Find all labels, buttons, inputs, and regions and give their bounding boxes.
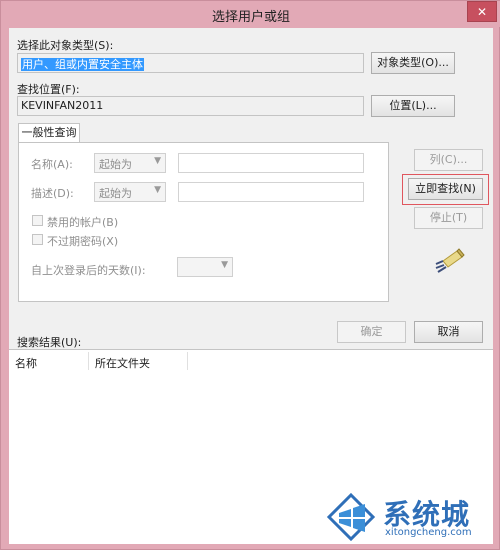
locations-button[interactable]: 位置(L)... xyxy=(371,95,455,117)
flashlight-icon xyxy=(433,247,465,275)
chevron-down-icon: ▼ xyxy=(154,185,161,195)
disabled-accounts-checkbox[interactable] xyxy=(32,215,43,226)
find-now-button[interactable]: 立即查找(N) xyxy=(408,178,483,200)
non-expiring-password-label: 不过期密码(X) xyxy=(47,235,119,248)
description-mode-select[interactable]: 起始为 ▼ xyxy=(94,182,166,202)
column-divider[interactable] xyxy=(88,352,89,370)
object-types-button[interactable]: 对象类型(O)... xyxy=(371,52,455,74)
watermark-url: xitongcheng.com xyxy=(385,527,472,538)
window-title: 选择用户或组 xyxy=(211,10,290,25)
chevron-down-icon: ▼ xyxy=(154,156,161,166)
description-input[interactable] xyxy=(178,182,364,202)
object-type-label: 选择此对象类型(S): xyxy=(17,39,114,52)
description-label: 描述(D): xyxy=(31,187,74,200)
column-divider[interactable] xyxy=(187,352,188,370)
name-input[interactable] xyxy=(178,153,364,173)
name-label: 名称(A): xyxy=(31,158,73,171)
object-type-value: 用户、组或内置安全主体 xyxy=(21,58,144,71)
cancel-button[interactable]: 取消 xyxy=(414,321,483,343)
dialog-window: 选择用户或组 ✕ 选择此对象类型(S): 用户、组或内置安全主体 对象类型(O)… xyxy=(0,0,500,550)
chevron-down-icon: ▼ xyxy=(221,260,228,270)
title-bar[interactable]: 选择用户或组 ✕ xyxy=(1,1,500,27)
search-results-label: 搜索结果(U): xyxy=(17,336,82,349)
description-mode-value: 起始为 xyxy=(99,187,132,200)
days-since-logon-label: 自上次登录后的天数(I): xyxy=(31,264,146,277)
object-type-field: 用户、组或内置安全主体 xyxy=(17,53,364,73)
windows-logo-icon xyxy=(325,491,377,543)
tab-general-query[interactable]: 一般性查询 xyxy=(18,123,80,143)
name-mode-select[interactable]: 起始为 ▼ xyxy=(94,153,166,173)
ok-button[interactable]: 确定 xyxy=(337,321,406,343)
columns-button[interactable]: 列(C)... xyxy=(414,149,483,171)
column-header-folder[interactable]: 所在文件夹 xyxy=(95,355,150,371)
non-expiring-password-checkbox[interactable] xyxy=(32,234,43,245)
days-since-logon-select[interactable]: ▼ xyxy=(177,257,233,277)
stop-button[interactable]: 停止(T) xyxy=(414,207,483,229)
column-header-name[interactable]: 名称 xyxy=(15,355,37,371)
location-label: 查找位置(F): xyxy=(17,83,80,96)
close-button[interactable]: ✕ xyxy=(467,1,497,22)
disabled-accounts-label: 禁用的帐户(B) xyxy=(47,216,119,229)
watermark: 系统城 xitongcheng.com xyxy=(325,489,495,545)
dialog-client-area: 选择此对象类型(S): 用户、组或内置安全主体 对象类型(O)... 查找位置(… xyxy=(9,28,493,544)
location-field: KEVINFAN2011 xyxy=(17,96,364,116)
name-mode-value: 起始为 xyxy=(99,158,132,171)
general-query-panel: 名称(A): 起始为 ▼ 描述(D): 起始为 ▼ 禁用的帐户(B) 不过期密码… xyxy=(18,142,389,302)
